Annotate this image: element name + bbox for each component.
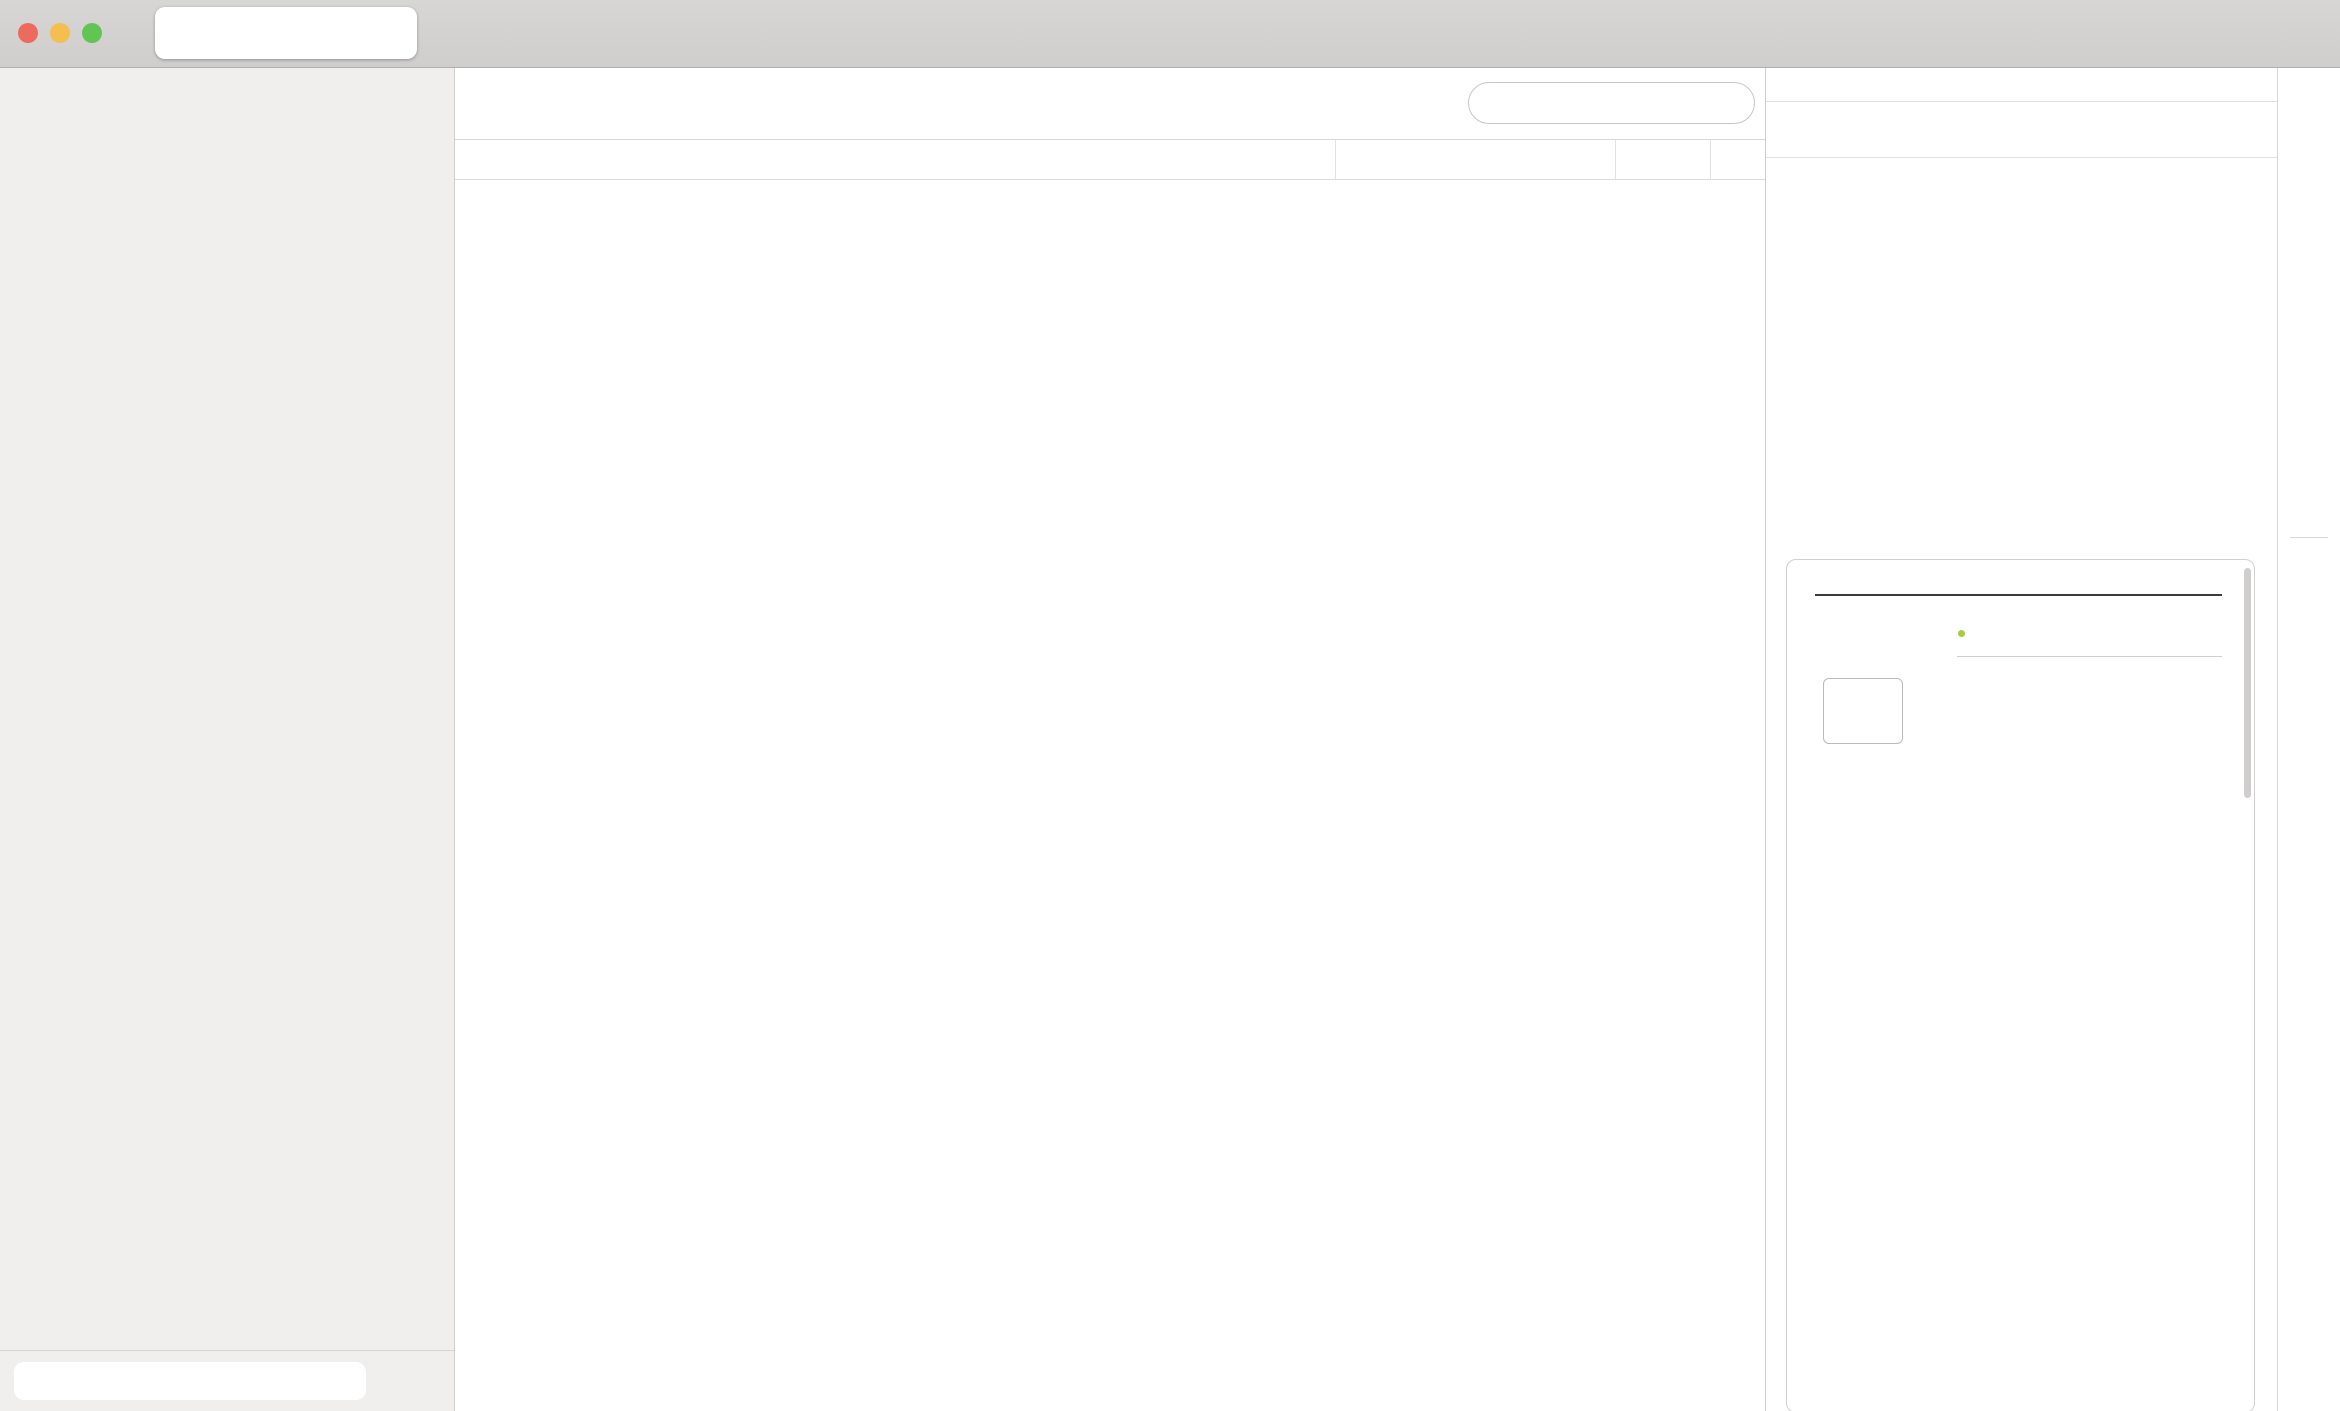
new-attachment-icon	[620, 85, 658, 121]
filter-tags-input[interactable]	[14, 1362, 366, 1400]
collections-sidebar	[0, 67, 455, 1411]
tab-overflow-chevron-icon[interactable]	[2142, 18, 2174, 50]
zoom-window-button[interactable]	[82, 23, 102, 43]
pdf-first-page-preview	[1787, 560, 2242, 1411]
magic-wand-icon	[560, 86, 594, 120]
library-icon	[173, 20, 199, 46]
check-for-updates-badge	[1823, 678, 1903, 744]
column-header-year[interactable]	[1615, 140, 1710, 179]
items-list-pane	[455, 67, 1765, 1411]
new-collection-button[interactable]	[22, 85, 60, 123]
scrollbar-thumb[interactable]	[2244, 568, 2251, 798]
add-by-identifier-button[interactable]	[560, 86, 594, 120]
chevron-down-icon	[662, 96, 677, 111]
open-access-label	[1815, 804, 1941, 814]
divider	[2290, 537, 2328, 538]
new-note-icon	[703, 86, 736, 120]
item-title	[1766, 67, 2277, 102]
chevron-up-icon[interactable]	[2237, 176, 2259, 198]
new-attachment-button[interactable]	[620, 85, 677, 121]
libraries-collections-tab-icon[interactable]	[2293, 400, 2326, 433]
search-input[interactable]	[1468, 82, 1755, 124]
close-window-button[interactable]	[18, 23, 38, 43]
column-header-creator[interactable]	[1335, 140, 1615, 179]
pdf-left-sidebar	[1815, 614, 1941, 822]
tag-filter-funnel-icon[interactable]	[382, 1369, 426, 1395]
sort-descending-chevron-icon	[1634, 152, 1649, 167]
tags-tab-icon[interactable]	[2294, 461, 2324, 491]
related-tab-icon[interactable]	[2294, 504, 2324, 534]
abstract-section-header[interactable]	[1766, 97, 2277, 147]
new-item-button[interactable]	[479, 85, 534, 121]
locate-icon[interactable]	[2294, 560, 2324, 590]
paperclip-icon	[1728, 149, 1749, 170]
abstract-icon	[1782, 108, 1810, 136]
tag-filter-bar	[0, 1350, 454, 1411]
mouse-cursor	[0, 1372, 26, 1406]
column-header-title[interactable]	[455, 140, 1335, 179]
notes-tab-icon[interactable]	[2294, 339, 2324, 369]
item-pane-rail	[2277, 67, 2340, 1411]
pdf-main-column	[1957, 614, 2222, 822]
items-toolbar	[455, 67, 1765, 140]
chevron-down-icon	[519, 96, 534, 111]
chevron-down-icon	[1513, 97, 1525, 109]
chevron-down-icon[interactable]	[2237, 111, 2259, 133]
attachments-tab-icon[interactable]	[2294, 280, 2324, 310]
collections-search-icon[interactable]	[384, 86, 418, 120]
attachment-preview-card[interactable]	[1786, 559, 2255, 1411]
item-details-pane	[1765, 67, 2277, 1411]
new-item-icon	[479, 85, 515, 121]
column-header-attachment[interactable]	[1710, 140, 1765, 179]
pdf-authors	[1957, 628, 2222, 640]
sidebar-toolbar	[0, 67, 454, 140]
items-rows	[455, 180, 1765, 1411]
search-icon	[1483, 91, 1507, 115]
add-attachment-plus-icon[interactable]	[2187, 175, 2211, 199]
chevron-down-icon	[740, 96, 755, 111]
abstract-tab-icon[interactable]	[2294, 214, 2324, 244]
paperclip-icon	[1782, 173, 1810, 201]
info-tab-icon[interactable]	[2294, 151, 2324, 181]
sync-icon[interactable]	[2292, 15, 2328, 51]
minimize-window-button[interactable]	[50, 23, 70, 43]
new-note-button[interactable]	[703, 86, 755, 120]
window-tab-bar	[0, 0, 2340, 68]
tab-my-library[interactable]	[155, 7, 417, 59]
list-column-headers	[455, 140, 1765, 180]
attachments-section-header[interactable]	[1766, 158, 2277, 210]
pdf-introduction-heading	[1957, 656, 2222, 671]
